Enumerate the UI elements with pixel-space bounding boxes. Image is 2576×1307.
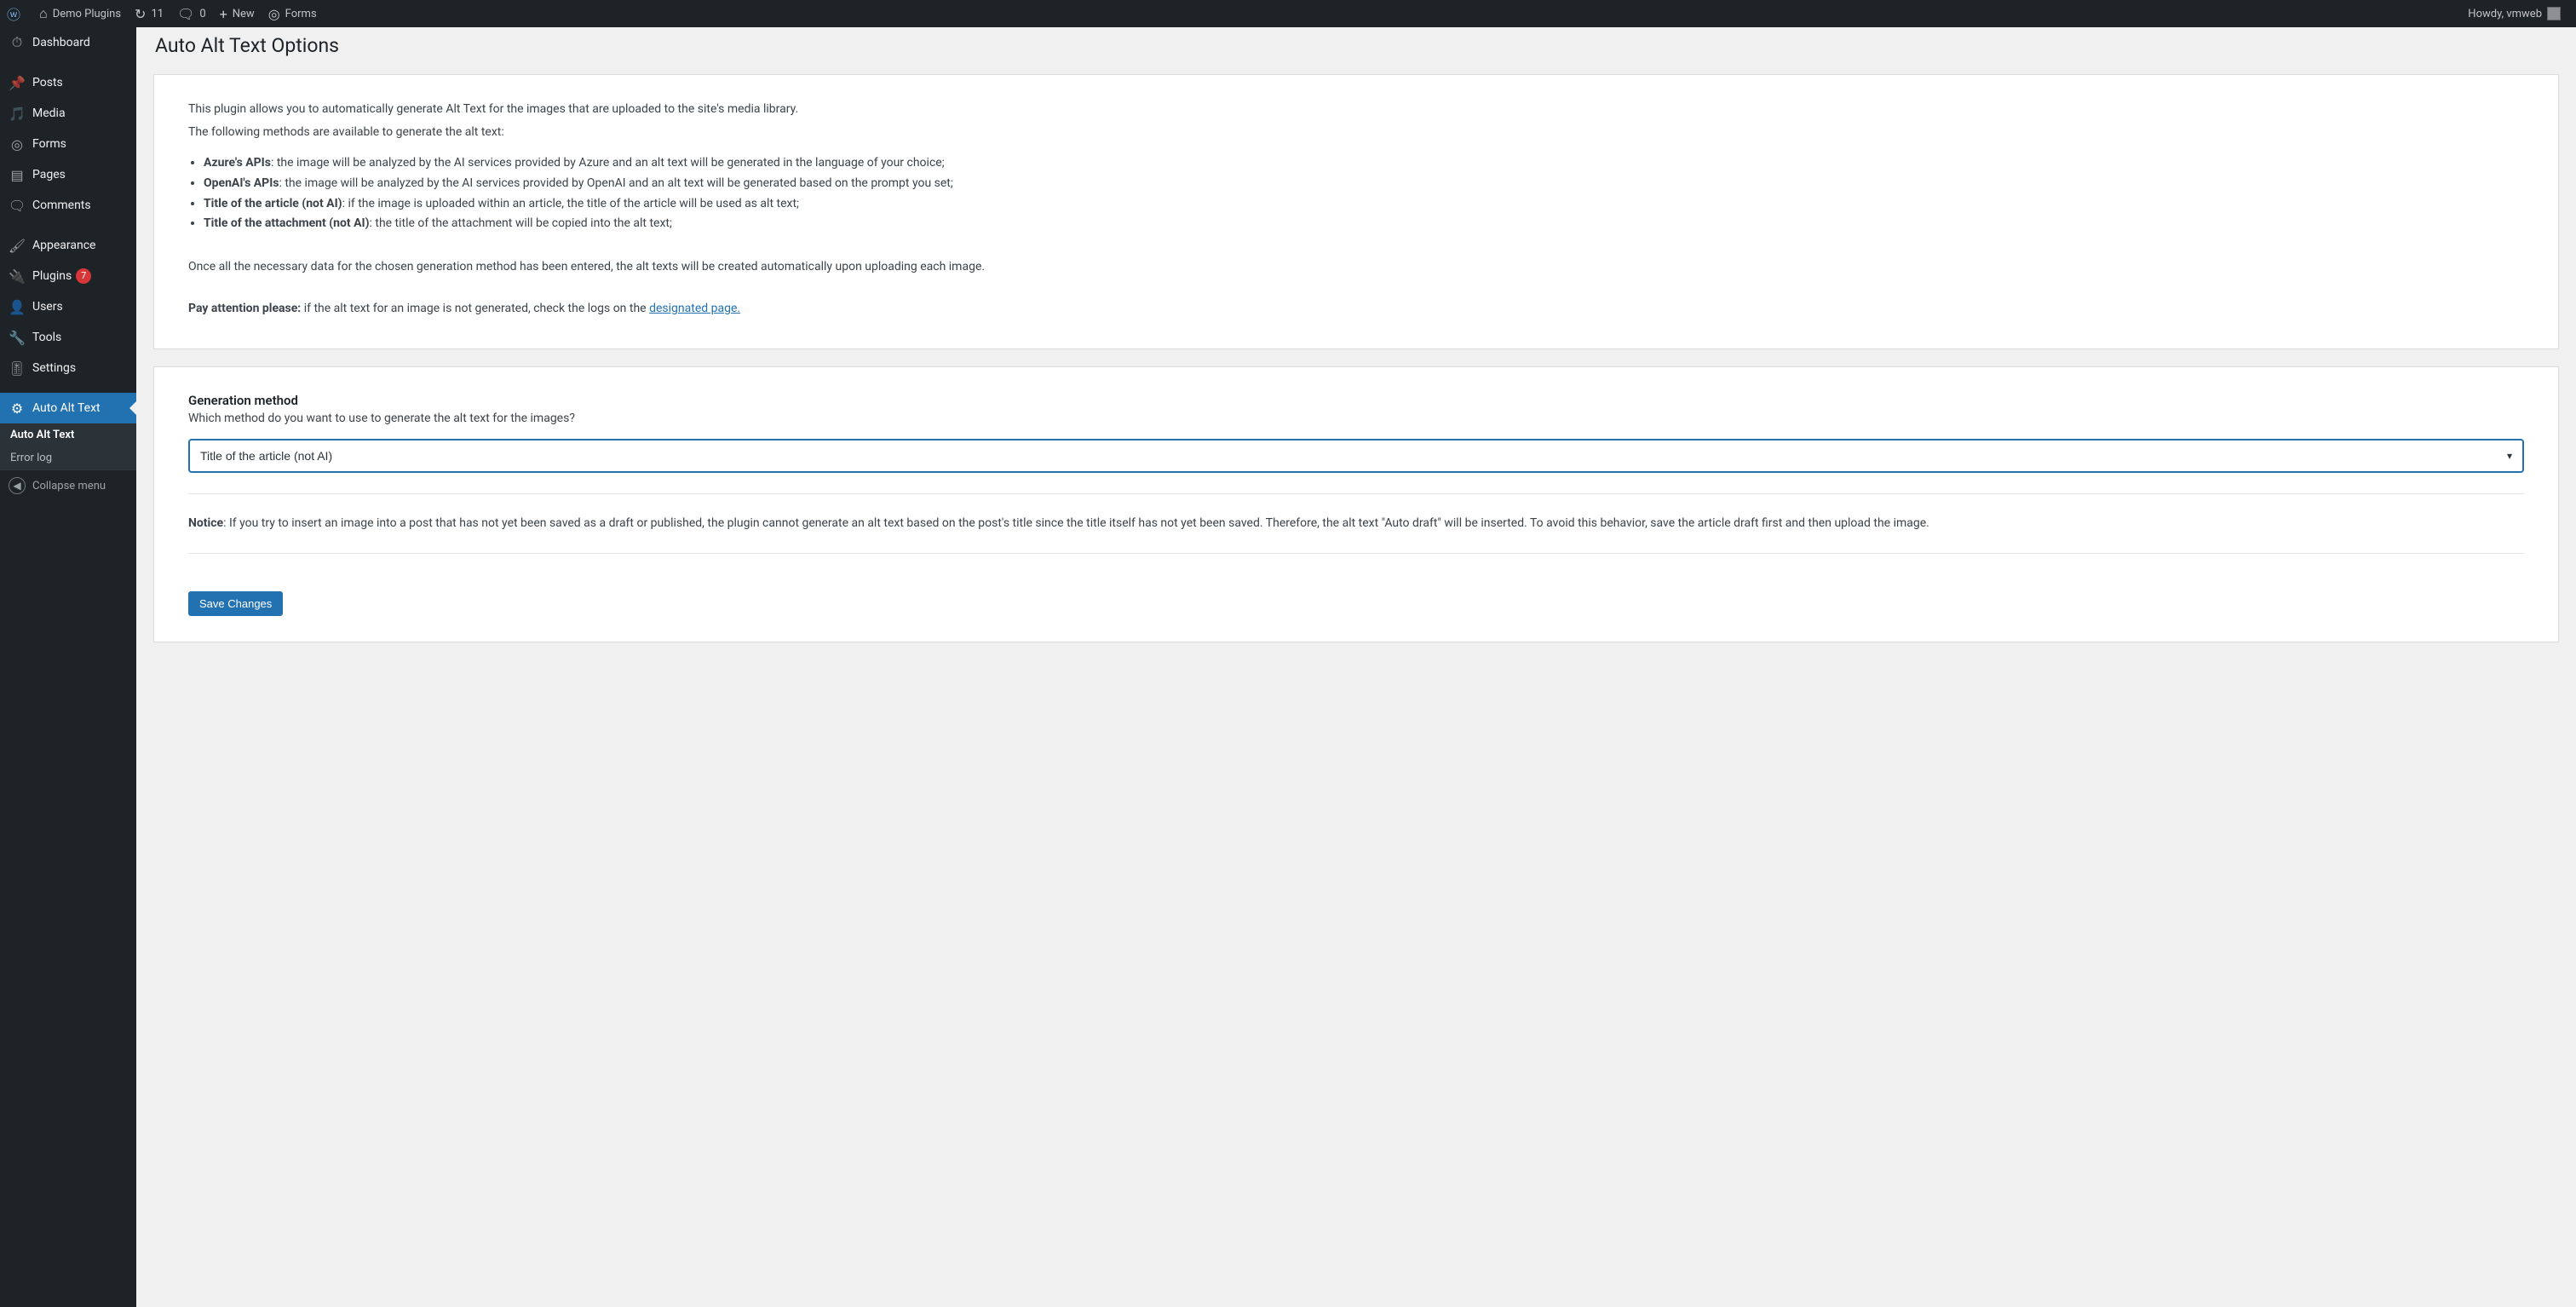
plug-icon: 🔌 [9,268,26,285]
avatar [2547,7,2561,20]
attention-strong: Pay attention please: [188,302,301,315]
site-name-link[interactable]: ⌂ Demo Plugins [32,0,128,27]
menu-label: Auto Alt Text [32,401,101,415]
collapse-icon: ◀ [9,477,26,494]
method-item: OpenAI's APIs: the image will be analyze… [204,174,2524,194]
menu-label: Comments [32,199,91,212]
menu-settings[interactable]: 🎚 Settings [0,353,136,383]
generation-method-select[interactable]: Title of the article (not AI) [188,439,2524,473]
menu-tools[interactable]: 🔧 Tools [0,322,136,353]
menu-label: Plugins [32,269,72,283]
submenu-auto-alt-text: Auto Alt Text Error log [0,423,136,469]
update-icon: ↻ [135,6,146,22]
settings-card: Generation method Which method do you wa… [153,366,2559,642]
intro-p1: This plugin allows you to automatically … [188,101,2524,118]
dashboard-icon: ⏱ [9,34,26,51]
wrench-icon: 🔧 [9,329,26,346]
menu-label: Posts [32,76,63,89]
home-icon: ⌂ [39,5,48,22]
my-account[interactable]: Howdy, vmweb [2461,0,2567,27]
intro-card: This plugin allows you to automatically … [153,74,2559,349]
menu-label: Dashboard [32,36,90,49]
method-item: Title of the attachment (not AI): the ti… [204,214,2524,234]
notice-strong: Notice [188,516,223,530]
updates-link[interactable]: ↻ 11 [128,0,170,27]
intro-p2: The following methods are available to g… [188,124,2524,141]
auto-note: Once all the necessary data for the chos… [188,258,2524,276]
menu-media[interactable]: 🎵 Media [0,98,136,129]
designated-page-link[interactable]: designated page. [649,302,740,315]
forms-link[interactable]: ◎ Forms [262,0,324,27]
divider [188,553,2524,554]
menu-auto-alt-text[interactable]: ⚙ Auto Alt Text [0,393,136,423]
user-icon: 👤 [9,298,26,315]
menu-posts[interactable]: 📌 Posts [0,67,136,98]
method-strong: Azure's APIs [204,156,271,170]
menu-pages[interactable]: ▤ Pages [0,159,136,190]
method-strong: Title of the attachment (not AI) [204,216,370,230]
menu-label: Media [32,107,66,120]
submenu-error-log[interactable]: Error log [0,446,136,469]
notice-rest: : If you try to insert an image into a p… [223,516,1929,530]
comments-link[interactable]: 🗨0 [170,0,213,27]
menu-forms[interactable]: ◎ Forms [0,129,136,159]
save-changes-button[interactable]: Save Changes [188,591,283,616]
menu-label: Pages [32,168,66,181]
method-strong: OpenAI's APIs [204,176,279,190]
content-wrap: Auto Alt Text Options This plugin allows… [136,0,2576,677]
collapse-menu[interactable]: ◀ Collapse menu [0,469,136,501]
pages-icon: ▤ [9,166,26,183]
notice-text: Notice: If you try to insert an image in… [188,515,2524,533]
menu-label: Appearance [32,239,95,252]
plus-icon: + [220,6,227,22]
new-content-link[interactable]: + New [213,0,262,27]
method-strong: Title of the article (not AI) [204,197,342,210]
method-rest: : the image will be analyzed by the AI s… [279,176,952,190]
method-item: Azure's APIs: the image will be analyzed… [204,153,2524,174]
admin-menu: ⏱ Dashboard 📌 Posts 🎵 Media ◎ Forms ▤ Pages 🗨… [0,27,136,1307]
brush-icon: 🖌 [9,237,26,254]
attention-note: Pay attention please: if the alt text fo… [188,300,2524,318]
new-label: New [233,8,255,20]
wordpress-icon: ⓦ [7,3,20,24]
forms-label: Forms [285,8,317,20]
menu-appearance[interactable]: 🖌 Appearance [0,230,136,261]
method-rest: : the title of the attachment will be co… [370,216,672,230]
menu-comments[interactable]: 🗨 Comments [0,190,136,221]
method-rest: : if the image is uploaded within an art… [342,197,799,210]
comments-count: 0 [199,8,205,20]
method-rest: : the image will be analyzed by the AI s… [271,156,945,170]
submenu-auto-alt-text-main[interactable]: Auto Alt Text [0,423,136,446]
method-item: Title of the article (not AI): if the im… [204,194,2524,215]
plugins-badge: 7 [76,268,91,284]
gear-icon: ⚙ [9,400,26,417]
menu-users[interactable]: 👤 Users [0,291,136,322]
methods-list: Azure's APIs: the image will be analyzed… [204,153,2524,234]
comment-icon: 🗨 [9,197,26,214]
divider [188,493,2524,494]
menu-label: Settings [32,361,76,375]
menu-dashboard[interactable]: ⏱ Dashboard [0,27,136,58]
pin-icon: 📌 [9,74,26,91]
forms-icon: ◎ [268,6,280,22]
collapse-label: Collapse menu [32,480,106,492]
menu-plugins[interactable]: 🔌 Plugins 7 [0,261,136,291]
attention-rest: if the alt text for an image is not gene… [301,302,649,315]
comment-icon: 🗨 [177,6,194,22]
generation-method-desc: Which method do you want to use to gener… [188,412,2524,425]
site-name: Demo Plugins [53,8,121,20]
menu-label: Tools [32,331,61,344]
admin-bar: ⓦ ⌂Demo Plugins ↻11 🗨0 +New ◎Forms Howdy… [0,0,2576,27]
page-title: Auto Alt Text Options [155,34,2559,57]
updates-count: 11 [151,8,164,20]
slider-icon: 🎚 [9,360,26,377]
generation-method-title: Generation method [188,393,2524,408]
media-icon: 🎵 [9,105,26,122]
howdy-text: Howdy, vmweb [2468,8,2542,20]
menu-label: Forms [32,137,66,151]
forms-icon: ◎ [9,135,26,153]
wp-logo[interactable]: ⓦ [0,0,32,27]
menu-label: Users [32,300,63,314]
